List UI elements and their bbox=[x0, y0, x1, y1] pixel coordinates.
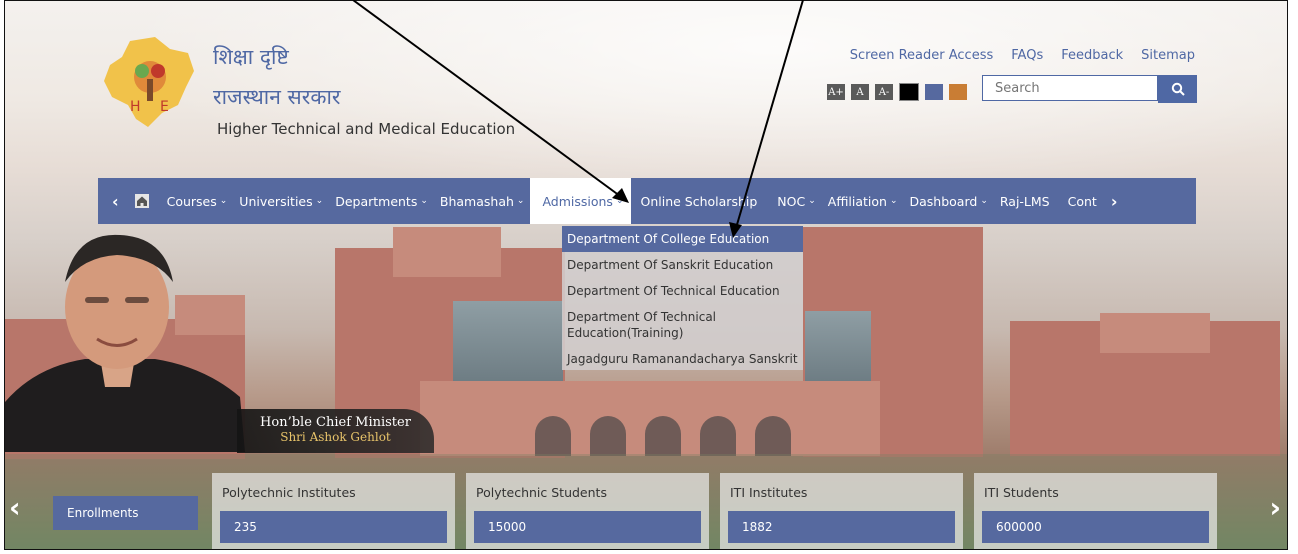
nav-admissions[interactable]: Admissions ⌄ bbox=[530, 178, 631, 224]
chevron-down-icon: ⌄ bbox=[980, 196, 988, 206]
chevron-down-icon: ⌄ bbox=[516, 196, 525, 206]
chevron-down-icon: ⌄ bbox=[889, 196, 898, 206]
main-nav: ‹ Courses ⌄ Universities ⌄ Departments ⌄ Bh… bbox=[98, 178, 1196, 224]
stat-card: Polytechnic Students 15000 bbox=[466, 473, 709, 549]
nav-affiliation[interactable]: Affiliation ⌄ bbox=[822, 178, 904, 224]
dropdown-item-technical-education-training[interactable]: Department Of Technical Education(Traini… bbox=[562, 304, 803, 346]
stat-value: 15000 bbox=[474, 511, 701, 543]
stat-value: 600000 bbox=[982, 511, 1209, 543]
dropdown-item-jagadguru-ramanandacharya[interactable]: Jagadguru Ramanandacharya Sanskrit bbox=[562, 346, 803, 370]
arch bbox=[535, 416, 571, 456]
nav-admissions-label: Admissions bbox=[542, 193, 613, 209]
top-links: Screen Reader Access FAQs Feedback Sitem… bbox=[850, 48, 1195, 63]
search-button[interactable] bbox=[1158, 75, 1197, 103]
screen-reader-link[interactable]: Screen Reader Access bbox=[850, 48, 993, 63]
nav-courses-label: Courses bbox=[166, 193, 217, 209]
svg-text:E: E bbox=[160, 99, 169, 115]
nav-departments-label: Departments bbox=[335, 193, 418, 209]
nav-contact[interactable]: Cont bbox=[1062, 178, 1103, 224]
chevron-left-icon: ‹ bbox=[112, 191, 119, 211]
stat-label: ITI Students bbox=[984, 485, 1059, 500]
stat-value: 235 bbox=[220, 511, 447, 543]
nav-online-scholarship[interactable]: Online Scholarship bbox=[631, 178, 772, 224]
nav-noc[interactable]: NOC ⌄ bbox=[771, 178, 821, 224]
stat-label: Polytechnic Students bbox=[476, 485, 607, 500]
brand-title-hindi: शिक्षा दृष्टि bbox=[213, 45, 289, 69]
chevron-down-icon: ⌄ bbox=[315, 196, 324, 206]
department-name: Higher Technical and Medical Education bbox=[217, 120, 516, 138]
chevron-right-icon: › bbox=[1269, 491, 1281, 524]
caption-name: Shri Ashok Gehlot bbox=[280, 430, 391, 444]
caption-title: Hon’ble Chief Minister bbox=[260, 415, 411, 430]
chief-minister-caption: Hon’ble Chief Minister Shri Ashok Gehlot bbox=[237, 409, 434, 453]
nav-online-scholarship-label: Online Scholarship bbox=[640, 193, 758, 209]
chevron-down-icon: ⌄ bbox=[219, 196, 228, 206]
nav-bhamashah-label: Bhamashah bbox=[439, 193, 514, 209]
stat-card: Polytechnic Institutes 235 bbox=[212, 473, 455, 549]
admissions-dropdown: Department Of College Education Departme… bbox=[562, 226, 803, 370]
nav-next-button[interactable]: › bbox=[1103, 178, 1126, 224]
font-increase-button[interactable]: A+ bbox=[827, 84, 845, 100]
nav-prev-button[interactable]: ‹ bbox=[98, 178, 133, 224]
chevron-down-icon: ⌄ bbox=[420, 196, 428, 206]
page-frame: H E शिक्षा दृष्टि राजस्थान सरकार Higher … bbox=[4, 0, 1288, 550]
svg-text:H: H bbox=[130, 99, 141, 115]
sitemap-link[interactable]: Sitemap bbox=[1141, 48, 1195, 63]
brand-subtitle-hindi: राजस्थान सरकार bbox=[213, 85, 341, 109]
search-icon bbox=[1171, 82, 1185, 96]
search-input[interactable] bbox=[982, 75, 1158, 101]
nav-home-button[interactable] bbox=[133, 178, 161, 224]
stats-next-button[interactable]: › bbox=[1269, 491, 1281, 524]
stat-label: ITI Institutes bbox=[730, 485, 808, 500]
arch bbox=[645, 416, 681, 456]
nav-universities-label: Universities bbox=[239, 193, 313, 209]
chevron-down-icon: ⌄ bbox=[615, 196, 624, 206]
font-normal-button[interactable]: A bbox=[851, 84, 869, 100]
building-right-top bbox=[1100, 313, 1210, 353]
faqs-link[interactable]: FAQs bbox=[1011, 48, 1043, 63]
stat-card: ITI Institutes 1882 bbox=[720, 473, 963, 549]
chevron-right-icon: › bbox=[1110, 191, 1118, 211]
theme-black-button[interactable] bbox=[899, 83, 919, 101]
chevron-down-icon: ⌄ bbox=[808, 196, 816, 206]
nav-universities[interactable]: Universities ⌄ bbox=[233, 178, 329, 224]
he-logo: H E bbox=[104, 37, 194, 127]
stat-label: Polytechnic Institutes bbox=[222, 485, 356, 500]
theme-orange-button[interactable] bbox=[949, 84, 967, 100]
glass-facade-right bbox=[805, 311, 871, 381]
nav-noc-label: NOC bbox=[777, 193, 806, 209]
enrollments-tab[interactable]: Enrollments bbox=[53, 496, 198, 530]
font-decrease-button[interactable]: A- bbox=[875, 84, 893, 100]
nav-bhamashah[interactable]: Bhamashah ⌄ bbox=[434, 178, 531, 224]
nav-dashboard[interactable]: Dashboard ⌄ bbox=[904, 178, 994, 224]
arch bbox=[590, 416, 626, 456]
arch bbox=[700, 416, 736, 456]
dropdown-item-sanskrit-education[interactable]: Department Of Sanskrit Education bbox=[562, 252, 803, 278]
chevron-left-icon: ‹ bbox=[9, 491, 21, 524]
home-icon bbox=[134, 194, 149, 208]
stats-prev-button[interactable]: ‹ bbox=[9, 491, 21, 524]
dropdown-item-technical-education[interactable]: Department Of Technical Education bbox=[562, 278, 803, 304]
nav-contact-label: Cont bbox=[1067, 193, 1097, 209]
stat-value: 1882 bbox=[728, 511, 955, 543]
nav-raj-lms-label: Raj-LMS bbox=[999, 193, 1050, 209]
nav-affiliation-label: Affiliation bbox=[827, 193, 887, 209]
nav-raj-lms[interactable]: Raj-LMS bbox=[994, 178, 1062, 224]
dropdown-item-college-education[interactable]: Department Of College Education bbox=[562, 226, 803, 252]
nav-courses[interactable]: Courses ⌄ bbox=[161, 178, 234, 224]
accessibility-controls: A+ A A- bbox=[827, 83, 967, 101]
nav-departments[interactable]: Departments ⌄ bbox=[329, 178, 434, 224]
theme-blue-button[interactable] bbox=[925, 84, 943, 100]
nav-dashboard-label: Dashboard bbox=[909, 193, 978, 209]
stat-card: ITI Students 600000 bbox=[974, 473, 1217, 549]
feedback-link[interactable]: Feedback bbox=[1061, 48, 1123, 63]
glass-facade-left bbox=[453, 301, 563, 381]
arch bbox=[755, 416, 791, 456]
